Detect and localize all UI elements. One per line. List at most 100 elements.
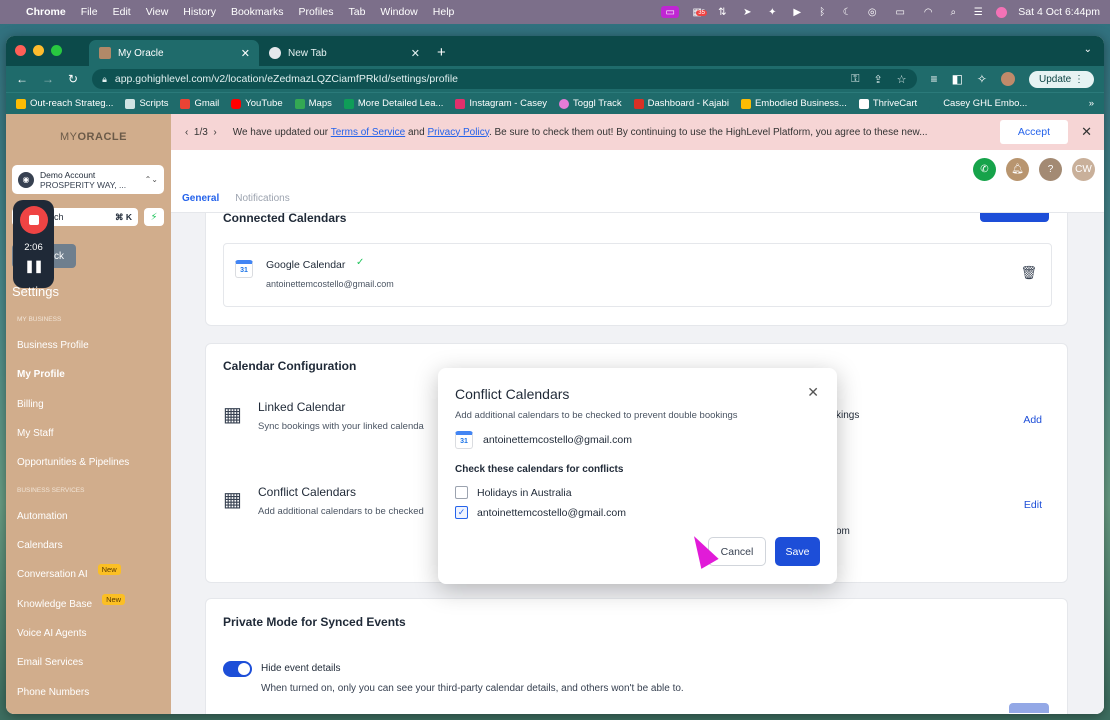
calendar-option-email[interactable]: ✓ antoinettemcostello@gmail.com — [455, 506, 626, 519]
screen-record-icon[interactable]: ▭ — [661, 6, 680, 18]
sidebar-item-my-staff[interactable]: My Staff — [17, 428, 54, 439]
menu-tab[interactable]: Tab — [348, 6, 365, 18]
bookmark-item[interactable]: Casey GHL Embo... — [929, 98, 1027, 109]
siri-icon[interactable] — [996, 6, 1008, 18]
bookmark-item[interactable]: Gmail — [180, 98, 219, 109]
battery-icon[interactable]: ▭ — [890, 6, 910, 18]
menu-help[interactable]: Help — [433, 6, 455, 18]
save-button[interactable]: Save — [775, 537, 820, 566]
bell-icon[interactable]: 🔔︎ — [1006, 158, 1029, 181]
quick-action-bolt-icon[interactable]: ⚡︎ — [144, 208, 164, 226]
bookmark-item[interactable]: Toggl Track — [559, 98, 622, 109]
forward-arrow-icon[interactable]: → — [42, 72, 54, 86]
close-tab-icon[interactable]: ✕ — [241, 47, 250, 60]
back-arrow-icon[interactable]: ← — [16, 72, 28, 86]
play-icon[interactable]: ▶ — [790, 6, 804, 18]
puzzle-icon[interactable]: ✧ — [977, 72, 987, 86]
update-button[interactable]: Update ⋮ — [1028, 70, 1094, 88]
calendar-badge-icon[interactable]: ▦35 — [690, 6, 707, 18]
spotlight-search-icon[interactable]: ⌕ — [946, 6, 960, 18]
banner-pager[interactable]: ‹ 1/3 › — [185, 127, 217, 138]
sidepanel-icon[interactable]: ◧ — [952, 72, 963, 86]
menu-edit[interactable]: Edit — [113, 6, 131, 18]
modal-close-icon[interactable]: ✕ — [807, 384, 819, 401]
cancel-button[interactable]: Cancel — [708, 537, 766, 566]
new-tab-plus-icon[interactable]: + — [437, 44, 446, 61]
bookmark-item[interactable]: Dashboard - Kajabi — [633, 98, 729, 109]
bookmark-item[interactable]: Embodied Business... — [740, 98, 847, 109]
trash-icon[interactable]: 🗑︎ — [1020, 265, 1037, 281]
airdrop-icon[interactable]: ◎ — [865, 6, 879, 18]
bookmark-item[interactable]: More Detailed Lea... — [343, 98, 443, 109]
extensions-icon[interactable]: ≡ — [931, 72, 938, 86]
sidebar-item-voice-ai[interactable]: Voice AI Agents — [17, 628, 87, 639]
sidebar-item-calendars[interactable]: Calendars — [17, 540, 63, 551]
sidebar-item-business-profile[interactable]: Business Profile — [17, 340, 89, 351]
conflict-calendars-right-text: om — [836, 526, 850, 537]
account-switcher[interactable]: ◉ Demo Account PROSPERITY WAY, ... ⌃⌄ — [12, 165, 164, 194]
edit-link[interactable]: Edit — [1024, 499, 1042, 511]
pause-icon[interactable]: ❚❚ — [24, 259, 43, 273]
add-link[interactable]: Add — [1023, 414, 1042, 426]
terms-link[interactable]: Terms of Service — [331, 127, 405, 138]
help-icon[interactable]: ? — [1039, 158, 1062, 181]
control-center-icon[interactable]: ☰ — [971, 6, 985, 18]
bookmark-item[interactable]: ThriveCart — [858, 98, 917, 109]
tab-notifications[interactable]: Notifications — [235, 193, 289, 204]
key-icon[interactable]: ⚿ — [851, 73, 859, 86]
sidebar-item-automation[interactable]: Automation — [17, 511, 68, 522]
bookmark-item[interactable]: Instagram - Casey — [455, 98, 547, 109]
sidebar-item-phone-numbers[interactable]: Phone Numbers — [17, 687, 89, 698]
bookmark-item[interactable]: Out-reach Strateg... — [16, 98, 113, 109]
user-avatar[interactable]: CW — [1072, 158, 1095, 181]
sidebar-item-opportunities[interactable]: Opportunities & Pipelines — [17, 457, 129, 468]
accept-button[interactable]: Accept — [999, 120, 1068, 144]
close-window-button[interactable] — [15, 45, 26, 56]
bookmarks-overflow-icon[interactable]: » — [1089, 98, 1094, 109]
reload-icon[interactable]: ↻ — [68, 72, 78, 86]
calendar-option-holidays[interactable]: Holidays in Australia — [455, 486, 572, 499]
profile-avatar[interactable] — [1000, 72, 1015, 86]
wifi-icon[interactable]: ◠ — [921, 6, 935, 18]
bluetooth-icon[interactable]: ᛒ — [815, 6, 829, 18]
share-icon[interactable]: ⇪ — [873, 73, 882, 86]
bookmark-item[interactable]: Scripts — [125, 98, 168, 109]
sidebar-item-knowledge-base[interactable]: Knowledge Base New — [17, 594, 126, 610]
phone-icon[interactable]: ✆ — [973, 158, 996, 181]
sync-icon[interactable]: ⇅ — [715, 6, 729, 18]
menu-history[interactable]: History — [183, 6, 216, 18]
bookmark-star-icon[interactable]: ☆ — [897, 73, 907, 86]
menu-file[interactable]: File — [81, 6, 98, 18]
menubar-datetime[interactable]: Sat 4 Oct 6:44pm — [1018, 6, 1100, 18]
sidebar-item-conversation-ai[interactable]: Conversation AI New — [17, 564, 121, 580]
menu-view[interactable]: View — [146, 6, 169, 18]
checkbox-unchecked[interactable] — [455, 486, 468, 499]
browser-tab-my-oracle[interactable]: My Oracle ✕ — [89, 40, 259, 66]
checkbox-checked-icon[interactable]: ✓ — [455, 506, 468, 519]
zoom-window-button[interactable] — [51, 45, 62, 56]
menu-bookmarks[interactable]: Bookmarks — [231, 6, 284, 18]
menu-window[interactable]: Window — [380, 6, 417, 18]
stop-recording-button[interactable] — [19, 206, 48, 234]
sidebar-item-billing[interactable]: Billing — [17, 399, 44, 410]
bookmark-label: Toggl Track — [573, 98, 622, 109]
minimize-window-button[interactable] — [33, 45, 44, 56]
bookmark-item[interactable]: YouTube — [231, 98, 283, 109]
tab-search-chevron-icon[interactable]: ⌄ — [1084, 44, 1092, 55]
privacy-link[interactable]: Privacy Policy — [427, 127, 489, 138]
browser-tab-new-tab[interactable]: New Tab ✕ — [259, 40, 429, 66]
menu-app-name[interactable]: Chrome — [26, 6, 66, 18]
bookmark-item[interactable]: Maps — [294, 98, 332, 109]
menu-profiles[interactable]: Profiles — [298, 6, 333, 18]
send-icon[interactable]: ➤ — [740, 6, 754, 18]
sidebar-item-my-profile[interactable]: My Profile — [17, 369, 65, 380]
sidebar-item-email-services[interactable]: Email Services — [17, 657, 83, 668]
dropbox-icon[interactable]: ✦ — [765, 6, 779, 18]
moon-icon[interactable]: ☾ — [840, 6, 854, 18]
tab-general[interactable]: General — [182, 193, 219, 204]
hide-details-toggle[interactable] — [223, 661, 252, 677]
close-icon[interactable]: ✕ — [1081, 124, 1092, 140]
partial-button[interactable] — [1009, 703, 1049, 713]
address-bar[interactable]: 🔒︎ app.gohighlevel.com/v2/location/eZedm… — [92, 69, 917, 89]
close-tab-icon[interactable]: ✕ — [411, 47, 420, 60]
